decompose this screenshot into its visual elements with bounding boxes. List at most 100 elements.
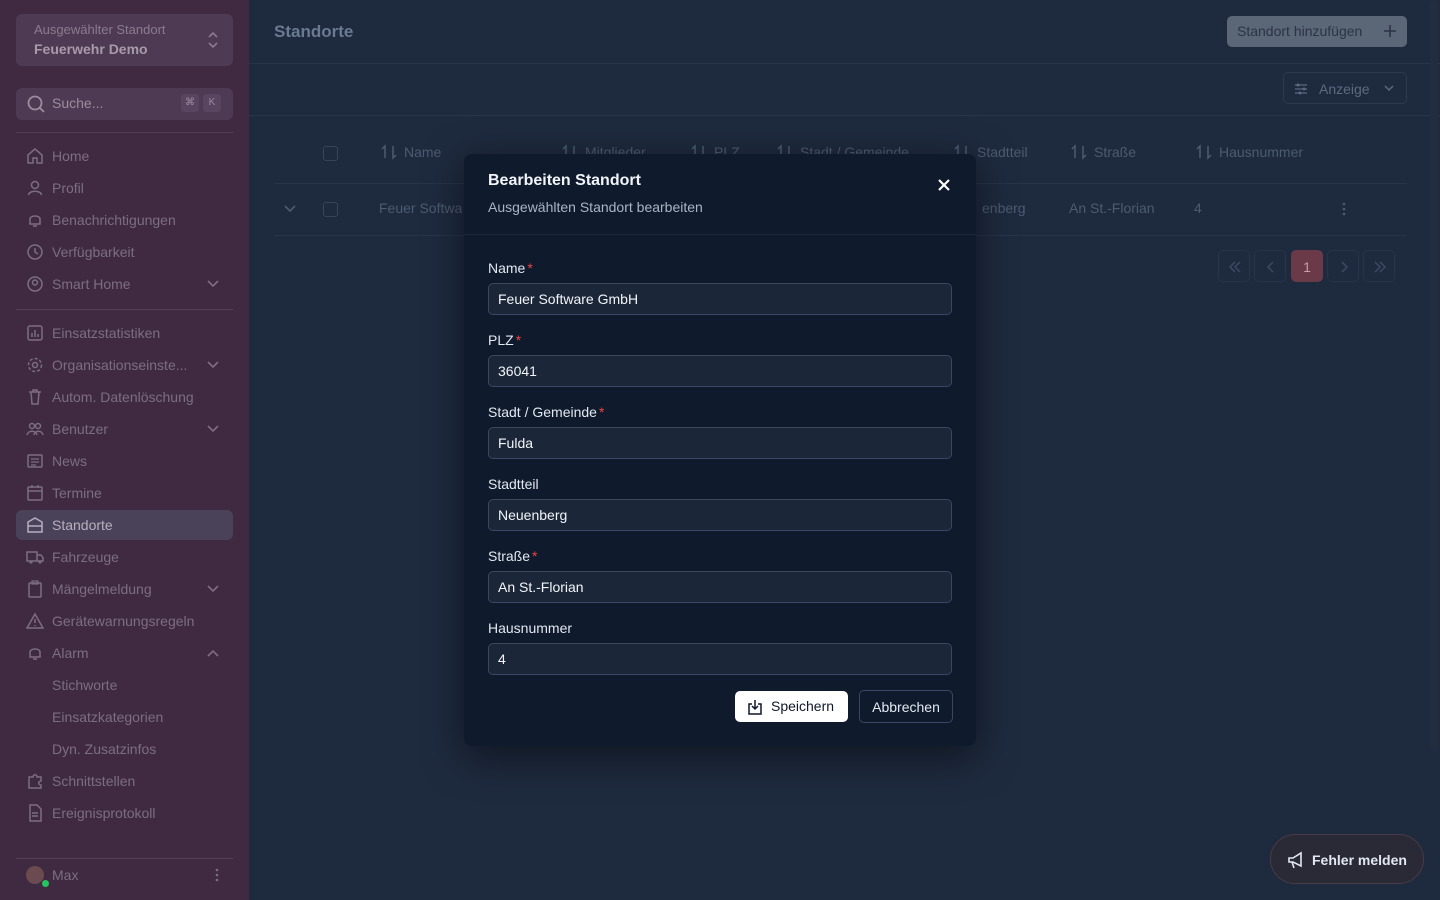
column-label: Name	[404, 144, 442, 160]
strasse-field[interactable]	[488, 571, 952, 603]
cell-strasse: An St.-Florian	[1069, 200, 1155, 216]
column-header-strasse[interactable]: Straße	[1070, 144, 1136, 160]
building-icon	[27, 517, 43, 533]
chevron-down-icon	[207, 425, 219, 433]
sidebar-item-fahrzeuge[interactable]: Fahrzeuge	[16, 542, 233, 572]
sidebar-item-smart-home[interactable]: Smart Home	[16, 269, 233, 299]
report-error-label: Fehler melden	[1312, 852, 1407, 868]
sidebar-item-verfuegbarkeit[interactable]: Verfügbarkeit	[16, 237, 233, 267]
column-header-hausnummer[interactable]: Hausnummer	[1195, 144, 1303, 160]
clipboard-icon	[28, 580, 42, 598]
sidebar-item-news[interactable]: News	[16, 446, 233, 476]
sidebar-item-label: Profil	[52, 180, 84, 196]
last-page-button[interactable]	[1363, 250, 1395, 282]
more-vertical-icon[interactable]	[1342, 202, 1346, 216]
sidebar-item-alarm[interactable]: Alarm	[16, 638, 233, 668]
sidebar-item-ereignisprotokoll[interactable]: Ereignisprotokoll	[16, 798, 233, 828]
sidebar-item-label: Home	[52, 148, 90, 164]
sidebar-item-standorte[interactable]: Standorte	[16, 510, 233, 540]
sidebar-item-label: Schnittstellen	[52, 773, 136, 789]
trash-icon	[29, 389, 41, 405]
chevron-down-icon	[1384, 85, 1394, 92]
display-options-button[interactable]: Anzeige	[1283, 72, 1407, 104]
chevron-down-icon[interactable]	[284, 205, 296, 213]
more-vertical-icon[interactable]	[215, 868, 219, 882]
chevron-up-down-icon	[208, 31, 218, 49]
sidebar-item-datenloeschung[interactable]: Autom. Datenlöschung	[16, 382, 233, 412]
sidebar-item-label: Autom. Datenlöschung	[52, 389, 194, 405]
location-value: Feuerwehr Demo	[34, 41, 148, 57]
divider	[16, 858, 233, 859]
calendar-icon	[27, 485, 43, 501]
sidebar-item-schnittstellen[interactable]: Schnittstellen	[16, 766, 233, 796]
stadtteil-field[interactable]	[488, 499, 952, 531]
hausnummer-field[interactable]	[488, 643, 952, 675]
sidebar-item-maengelmeldung[interactable]: Mängelmeldung	[16, 574, 233, 604]
search-input[interactable]: Suche... ⌘ K	[16, 88, 233, 120]
cell-stadtteil: enberg	[982, 200, 1026, 216]
column-label: Straße	[1094, 144, 1137, 160]
sidebar-item-einsatzstatistiken[interactable]: Einsatzstatistiken	[16, 318, 233, 348]
row-checkbox[interactable]	[323, 202, 338, 217]
sidebar-item-zusatzinfos[interactable]: Dyn. Zusatzinfos	[16, 734, 233, 764]
stadt-field[interactable]	[488, 427, 952, 459]
dialog-header: Bearbeiten Standort Ausgewählten Standor…	[464, 154, 976, 235]
name-field[interactable]	[488, 283, 952, 315]
sidebar-item-label: Benachrichtigungen	[52, 212, 176, 228]
plz-field[interactable]	[488, 355, 952, 387]
scrollbar[interactable]	[1430, 0, 1438, 750]
sidebar-item-einsatzkategorien[interactable]: Einsatzkategorien	[16, 702, 233, 732]
sidebar-item-geraetewarnungsregeln[interactable]: Gerätewarnungsregeln	[16, 606, 233, 636]
user-menu[interactable]: Max	[16, 860, 233, 890]
sliders-icon	[1295, 83, 1307, 95]
search-icon	[27, 95, 45, 113]
warning-icon	[26, 612, 44, 629]
online-status-dot	[42, 880, 49, 887]
edit-location-dialog: Bearbeiten Standort Ausgewählten Standor…	[464, 154, 976, 746]
save-button[interactable]: Speichern	[735, 691, 848, 722]
truck-icon	[26, 551, 44, 564]
sidebar-item-label: Fahrzeuge	[52, 549, 119, 565]
sidebar-item-profil[interactable]: Profil	[16, 173, 233, 203]
sidebar-item-label: Alarm	[52, 645, 89, 661]
add-location-button[interactable]: Standort hinzufügen	[1227, 16, 1407, 47]
column-header-name[interactable]: Name	[380, 144, 441, 160]
chevron-right-icon	[1341, 261, 1349, 273]
chevrons-left-icon	[1228, 261, 1241, 273]
top-bar: Standorte Standort hinzufügen	[249, 0, 1440, 64]
sidebar-item-stichworte[interactable]: Stichworte	[16, 670, 233, 700]
user-circle-icon	[27, 276, 43, 292]
sort-icon	[1196, 144, 1212, 160]
close-icon[interactable]	[936, 177, 952, 193]
user-name: Max	[52, 867, 79, 883]
cancel-button[interactable]: Abbrechen	[859, 690, 953, 723]
sidebar-item-label: Stichworte	[52, 677, 118, 693]
sidebar-item-organisationseinstellungen[interactable]: Organisationseinste...	[16, 350, 233, 380]
divider	[16, 132, 233, 133]
chevron-down-icon	[207, 585, 219, 593]
next-page-button[interactable]	[1327, 250, 1359, 282]
cell-name: Feuer Softwa	[379, 200, 463, 216]
dialog-title: Bearbeiten Standort	[488, 172, 641, 189]
name-label: Name *	[488, 260, 533, 276]
sidebar: Ausgewählter Standort Feuerwehr Demo Suc…	[0, 0, 249, 900]
select-all-checkbox[interactable]	[323, 146, 338, 161]
first-page-button[interactable]	[1218, 250, 1250, 282]
previous-page-button[interactable]	[1254, 250, 1286, 282]
location-switcher[interactable]: Ausgewählter Standort Feuerwehr Demo	[16, 14, 233, 66]
hausnummer-label: Hausnummer	[488, 620, 573, 636]
sidebar-item-label: Ereignisprotokoll	[52, 805, 156, 821]
sidebar-item-benutzer[interactable]: Benutzer	[16, 414, 233, 444]
page-button-current[interactable]: 1	[1291, 250, 1323, 282]
sort-icon	[381, 144, 397, 160]
sidebar-item-label: Benutzer	[52, 421, 109, 437]
dialog-subtitle: Ausgewählten Standort bearbeiten	[488, 199, 703, 215]
sidebar-item-home[interactable]: Home	[16, 141, 233, 171]
sidebar-item-termine[interactable]: Termine	[16, 478, 233, 508]
sidebar-item-benachrichtigungen[interactable]: Benachrichtigungen	[16, 205, 233, 235]
page-title: Standorte	[274, 22, 354, 41]
kbd-cmd: ⌘	[181, 94, 199, 112]
report-error-button[interactable]: Fehler melden	[1270, 834, 1424, 884]
cell-hausnummer: 4	[1194, 200, 1202, 216]
strasse-label: Straße *	[488, 548, 538, 564]
